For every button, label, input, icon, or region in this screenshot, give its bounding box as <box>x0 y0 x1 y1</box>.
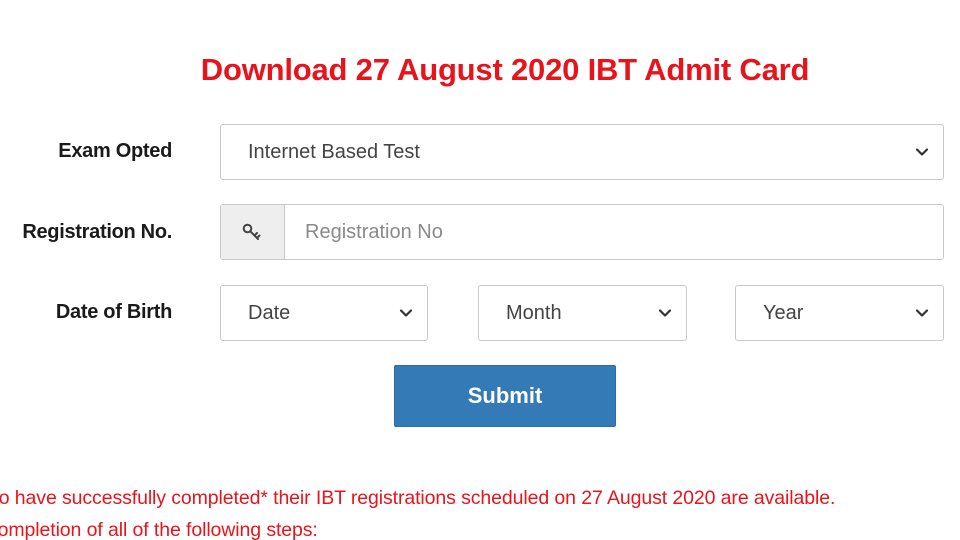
key-icon <box>221 205 285 259</box>
chevron-down-icon <box>915 306 929 320</box>
chevron-down-icon <box>915 145 929 159</box>
notice-text-line-1: ho have successfully completed* their IB… <box>0 487 836 509</box>
dob-year-value: Year <box>763 301 804 324</box>
dob-date-select[interactable]: Date <box>220 285 428 341</box>
registration-input-group <box>220 204 944 260</box>
dob-date-value: Date <box>248 301 291 324</box>
exam-opted-select[interactable]: Internet Based Test <box>220 124 944 180</box>
dob-month-select[interactable]: Month <box>478 285 687 341</box>
dob-month-value: Month <box>506 301 562 324</box>
chevron-down-icon <box>399 306 413 320</box>
dob-year-select[interactable]: Year <box>735 285 944 341</box>
date-of-birth-label: Date of Birth <box>55 301 172 323</box>
chevron-down-icon <box>658 306 672 320</box>
registration-no-label: Registration No. <box>22 221 172 243</box>
exam-opted-label: Exam Opted <box>58 140 172 162</box>
registration-no-input[interactable] <box>285 205 943 259</box>
page-title: Download 27 August 2020 IBT Admit Card <box>200 52 810 87</box>
submit-button[interactable]: Submit <box>394 365 616 427</box>
exam-opted-value: Internet Based Test <box>248 140 420 163</box>
notice-text-line-2: completion of all of the following steps… <box>0 519 318 540</box>
